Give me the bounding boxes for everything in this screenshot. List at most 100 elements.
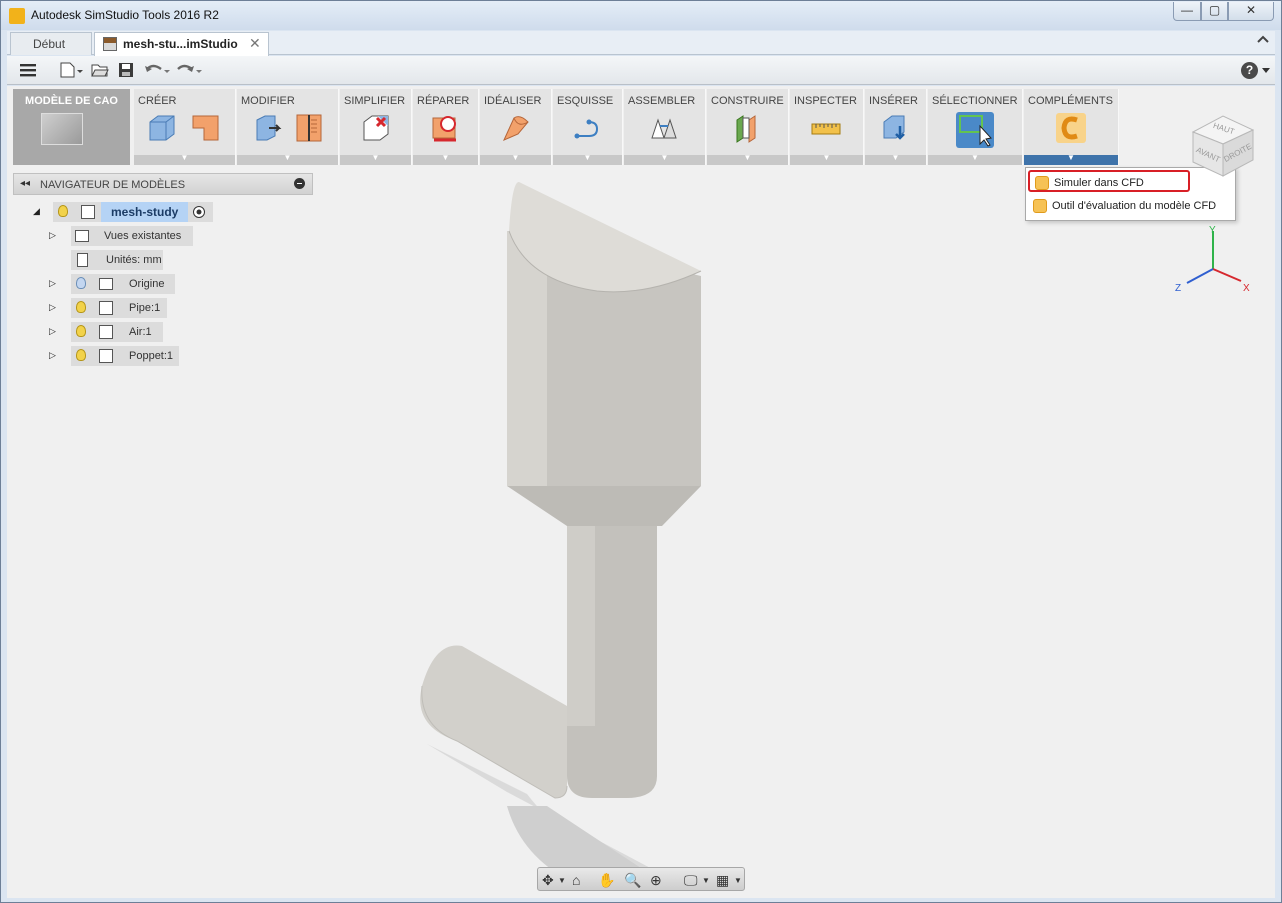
zoom-icon[interactable]: 🔍 [624,872,641,889]
tree-row[interactable]: Unités: mm [49,250,209,270]
look-at-icon[interactable]: ⌂ [572,872,580,888]
ribbon-group-dropdown[interactable]: ▼ [553,153,622,165]
visibility-bulb-icon[interactable] [76,325,86,337]
chevron-down-icon[interactable]: ▼ [558,876,566,885]
minimize-panel-icon[interactable] [294,178,305,189]
construction-plane-icon[interactable] [731,112,763,144]
ribbon-group-inserer[interactable]: INSÉRER ▼ [865,89,927,165]
chevron-up-icon[interactable] [1257,34,1269,44]
ribbon-group-construire[interactable]: CONSTRUIRE ▼ [707,89,789,165]
repair-geometry-icon[interactable] [430,112,462,144]
tree-row[interactable]: ▷ Origine [49,274,209,294]
ribbon-group-idealiser[interactable]: IDÉALISER ▼ [480,89,552,165]
collapsed-arrow-icon[interactable]: ▷ [49,350,56,361]
visibility-bulb-icon[interactable] [76,349,86,361]
cad-model-poppet-valve[interactable] [417,181,777,881]
close-window-button[interactable]: ✕ [1228,2,1274,21]
ribbon-group-simplifier[interactable]: SIMPLIFIER ▼ [340,89,412,165]
tree-row[interactable]: ▷ Pipe:1 [49,298,209,318]
tree-node-named-views[interactable]: Vues existantes [71,226,193,246]
expanded-arrow-icon[interactable]: ◢ [33,206,40,217]
ribbon-group-dropdown[interactable]: ▼ [134,153,235,165]
tree-node-origin[interactable]: Origine [71,274,175,294]
sketch-curve-icon[interactable] [571,112,603,144]
idealize-surface-icon[interactable] [500,112,532,144]
view-cube[interactable]: HAUT AVANT DROITE [1189,112,1255,178]
collapsed-arrow-icon[interactable]: ▷ [49,302,56,313]
collapsed-arrow-icon[interactable]: ▷ [49,278,56,289]
cfd-addin-icon[interactable] [1055,112,1087,144]
tree-row[interactable]: ▷ Vues existantes [49,226,209,246]
collapsed-arrow-icon[interactable]: ▷ [49,326,56,337]
box-icon[interactable] [146,112,178,144]
tab-close-icon[interactable]: ✕ [249,35,261,52]
visibility-bulb-icon[interactable] [76,277,86,289]
ribbon-group-selectionner[interactable]: SÉLECTIONNER ▼ [928,89,1023,165]
ribbon-group-modifier[interactable]: MODIFIER ▼ [237,89,339,165]
chevron-down-icon[interactable]: ▼ [734,876,742,885]
3d-viewport[interactable]: MODÈLE DE CAO CRÉER ▼ MODIFIER ▼ SIMPLIF… [7,86,1275,898]
open-folder-icon[interactable] [91,62,109,78]
ribbon-group-dropdown[interactable]: ▼ [707,153,788,165]
ribbon-group-reparer[interactable]: RÉPARER ▼ [413,89,479,165]
tree-node-poppet[interactable]: Poppet:1 [71,346,179,366]
tree-node-pipe[interactable]: Pipe:1 [71,298,167,318]
tab-home[interactable]: Début [10,32,92,55]
grid-settings-icon[interactable]: ▦ [716,872,729,889]
hamburger-menu-icon[interactable] [19,62,37,78]
ribbon-group-dropdown[interactable]: ▼ [480,153,551,165]
collapsed-arrow-icon[interactable]: ▷ [49,230,56,241]
zoom-fit-icon[interactable]: ⊕ [650,872,662,889]
chevron-down-icon[interactable]: ▼ [702,876,710,885]
select-window-icon[interactable] [956,112,994,148]
visibility-bulb-icon[interactable] [58,205,68,217]
menu-item-cfd-model-assessment[interactable]: Outil d'évaluation du modèle CFD [1028,195,1233,217]
ribbon-group-dropdown[interactable]: ▼ [340,153,411,165]
tree-node-root[interactable]: mesh-study [53,202,213,222]
collapse-panel-icon[interactable]: ◂◂ [20,178,30,189]
workspace-switcher[interactable]: MODÈLE DE CAO [13,89,130,165]
tree-row[interactable]: ▷ Air:1 [49,322,209,342]
ribbon-group-dropdown[interactable]: ▼ [790,153,863,165]
ribbon-group-dropdown[interactable]: ▼ [237,153,338,165]
display-settings-icon[interactable]: 🖵 [684,872,698,889]
ribbon-group-creer[interactable]: CRÉER ▼ [134,89,236,165]
sketch-profile-icon[interactable] [190,112,222,144]
ribbon-group-dropdown[interactable]: ▼ [624,153,705,165]
pan-hand-icon[interactable]: ✋ [598,872,615,889]
menu-item-simulate-in-cfd[interactable]: Simuler dans CFD [1028,170,1190,192]
ribbon-group-esquisse[interactable]: ESQUISSE ▼ [553,89,623,165]
chevron-down-icon: ▼ [743,153,752,162]
undo-icon[interactable] [143,62,171,78]
orbit-icon[interactable]: ✥ [542,872,554,889]
model-browser-header[interactable]: ◂◂ NAVIGATEUR DE MODÈLES [13,173,313,195]
ribbon-group-dropdown[interactable]: ▼ [928,153,1022,165]
activate-radio-icon[interactable] [192,205,206,219]
minimize-button[interactable]: — [1173,2,1201,21]
title-bar[interactable]: Autodesk SimStudio Tools 2016 R2 — ▢ ✕ [1,1,1281,30]
visibility-bulb-icon[interactable] [76,301,86,313]
split-face-icon[interactable] [293,112,325,144]
save-icon[interactable] [117,62,135,78]
ribbon-group-complements[interactable]: COMPLÉMENTS ▼ [1024,89,1119,165]
joint-icon[interactable] [648,112,680,144]
ribbon-group-dropdown[interactable]: ▼ [1024,153,1118,165]
redo-icon[interactable] [175,62,203,78]
press-pull-icon[interactable] [251,112,283,144]
measure-ruler-icon[interactable] [810,112,842,144]
insert-mesh-icon[interactable] [880,112,912,144]
ribbon-group-dropdown[interactable]: ▼ [413,153,478,165]
tree-row[interactable]: ▷ Poppet:1 [49,346,209,366]
ribbon-group-inspecter[interactable]: INSPECTER ▼ [790,89,864,165]
new-file-icon[interactable] [59,62,83,78]
tree-root-row[interactable]: ◢ mesh-study [29,202,229,222]
maximize-button[interactable]: ▢ [1201,2,1228,21]
help-icon[interactable]: ? [1241,62,1258,79]
tab-mesh-study[interactable]: mesh-stu...imStudio ✕ [94,32,269,56]
tree-node-air[interactable]: Air:1 [71,322,163,342]
chevron-down-icon[interactable] [1262,68,1270,74]
remove-features-icon[interactable] [360,112,392,144]
ribbon-group-dropdown[interactable]: ▼ [865,153,926,165]
tree-node-units[interactable]: Unités: mm [71,250,163,270]
ribbon-group-assembler[interactable]: ASSEMBLER ▼ [624,89,706,165]
